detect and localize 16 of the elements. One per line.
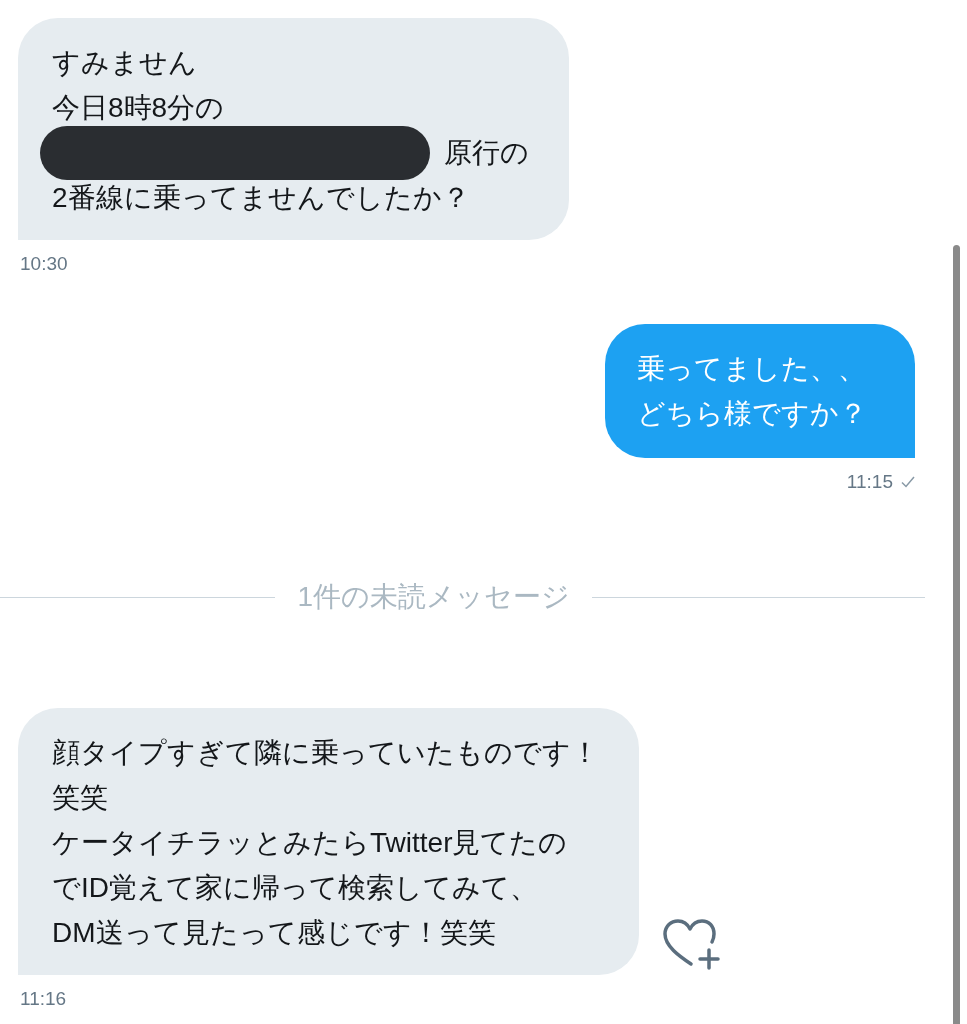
message-time: 10:30: [19, 252, 68, 276]
message-text: 2番線に乗ってませんでしたか？: [52, 181, 470, 215]
message-text: 今日8時8分の: [52, 91, 225, 125]
unread-divider-label: 1件の未読メッセージ: [296, 580, 571, 614]
message-text: ケータイチラッとみたらTwitter見てたの: [52, 826, 568, 860]
message-text: 笑笑: [52, 781, 108, 815]
message-time: 11:16: [19, 987, 67, 1011]
message-text: すみません: [52, 46, 197, 80]
message-text: 顔タイプすぎて隣に乗っていたものです！: [52, 736, 599, 770]
message-time: 11:15: [846, 469, 893, 494]
message-text: でID覚えて家に帰って検索してみて、: [52, 871, 538, 905]
message-text: 原行の: [444, 136, 529, 170]
heart-plus-icon[interactable]: [661, 918, 723, 970]
message-text: DM送って見たって感じです！笑笑: [52, 916, 496, 950]
message-text: どちら様ですか？: [637, 396, 867, 431]
message-text: 乗ってました、、: [637, 351, 866, 386]
